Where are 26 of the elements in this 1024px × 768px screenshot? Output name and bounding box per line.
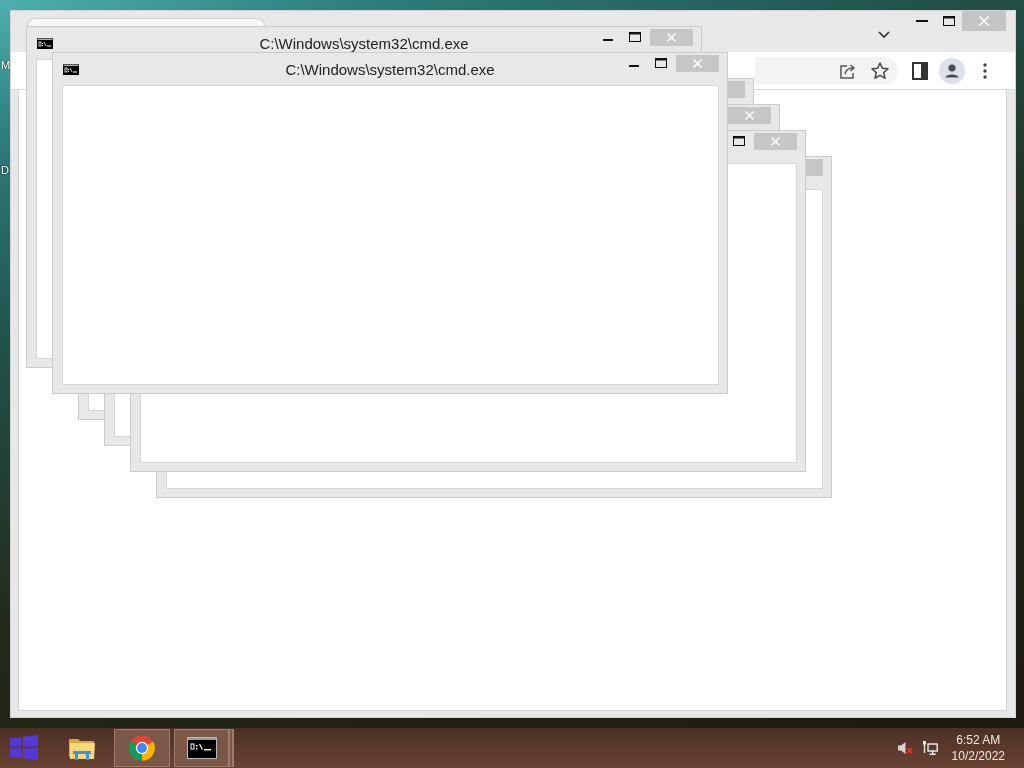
desktop-icon-label[interactable]: D (1, 164, 9, 176)
start-icon[interactable] (10, 735, 38, 760)
side-panel-icon[interactable] (912, 61, 928, 80)
terminal-icon (186, 737, 217, 759)
avatar-icon[interactable] (939, 57, 965, 84)
close-icon (667, 33, 676, 42)
browser-icon (128, 734, 156, 762)
window-title: C:\Windows\system32\cmd.exe (285, 60, 495, 78)
address-bar[interactable] (755, 56, 898, 85)
window-title: C:\Windows\system32\cmd.exe (259, 34, 469, 52)
taskbar-button[interactable] (174, 729, 234, 767)
star-icon[interactable] (870, 60, 890, 81)
close-icon (979, 16, 989, 26)
menu-icon[interactable] (983, 62, 987, 79)
maximize-icon[interactable] (655, 58, 667, 68)
close-icon (771, 137, 780, 146)
maximize-icon[interactable] (943, 16, 955, 26)
clock-date[interactable]: 10/2/2022 (951, 748, 1005, 764)
chevron-down-icon[interactable] (878, 31, 890, 39)
close-icon (693, 59, 702, 68)
clock-time[interactable]: 6:52 AM (956, 732, 1001, 748)
maximize-icon[interactable] (733, 136, 745, 146)
close-icon (745, 111, 754, 120)
muted-speaker-icon[interactable] (896, 740, 913, 756)
network-icon[interactable] (921, 740, 938, 756)
maximize-icon[interactable] (629, 32, 641, 42)
